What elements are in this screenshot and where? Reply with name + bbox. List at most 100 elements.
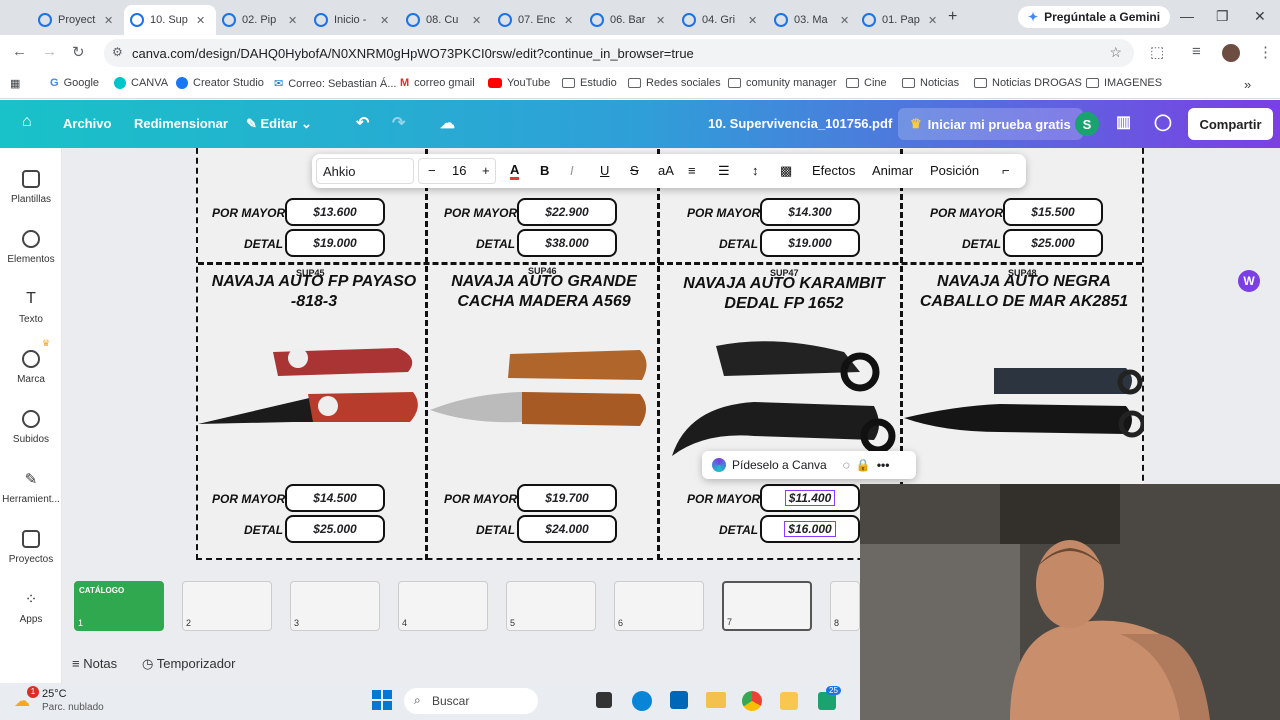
share-button[interactable]: Compartir [1188, 108, 1273, 140]
sidebar-item-proyectos[interactable]: Proyectos [0, 530, 62, 565]
product-title[interactable]: NAVAJA AUTO GRANDE CACHA MADERA A569 [430, 272, 658, 312]
comment-icon[interactable]: ◯ [1154, 112, 1172, 132]
sidebar-item-texto[interactable]: T Texto [0, 290, 62, 325]
sidebar-item-elementos[interactable]: Elementos [0, 230, 62, 265]
document-title[interactable]: 10. Supervivencia_101756.pdf [708, 116, 892, 131]
user-avatar[interactable]: S [1075, 112, 1099, 136]
timer-button[interactable]: ◷ Temporizador [142, 656, 236, 672]
product-title[interactable]: NAVAJA AUTO KARAMBIT DEDAL FP 1652 [670, 274, 898, 314]
back-icon[interactable]: ← [12, 43, 27, 60]
more-bookmarks-icon[interactable]: » [1244, 77, 1251, 92]
address-bar[interactable]: ⚙ canva.com/design/DAHQ0HybofA/N0XNRM0gH… [104, 39, 1134, 67]
font-size-value[interactable]: 16 [452, 163, 466, 178]
gemini-button[interactable]: ✦ Pregúntale a Gemini [1018, 6, 1171, 28]
redo-icon[interactable]: ↷ [392, 113, 405, 133]
price-mayor[interactable]: $19.700 [517, 484, 617, 512]
price-mayor[interactable]: $15.500 [1003, 198, 1103, 226]
home-icon[interactable]: ⌂ [22, 113, 32, 131]
bookmark-folder[interactable]: comunity manager [728, 77, 837, 89]
star-icon[interactable]: ☆ [1109, 44, 1122, 61]
store-icon[interactable] [670, 691, 688, 709]
knife-image-karambit[interactable] [664, 336, 898, 466]
browser-tab[interactable]: 07. Enc ✕ [492, 5, 584, 35]
browser-tab[interactable]: 04. Gri ✕ [676, 5, 768, 35]
menu-icon[interactable]: ⋮ [1258, 43, 1273, 61]
product-title[interactable]: NAVAJA AUTO FP PAYASO -818-3 [200, 272, 428, 312]
price-mayor[interactable]: $22.900 [517, 198, 617, 226]
selected-text[interactable]: $16.000 [784, 521, 836, 537]
explorer-icon[interactable] [706, 692, 726, 708]
bookmark-folder[interactable]: Noticias DROGAS [974, 77, 1082, 89]
close-icon[interactable]: ✕ [288, 14, 297, 27]
bookmark-item[interactable]: Creator Studio [176, 77, 264, 89]
decrease-size-icon[interactable]: − [428, 163, 436, 178]
bold-icon[interactable]: B [540, 163, 549, 178]
page-thumbnail[interactable]: 2 [182, 581, 272, 631]
undo-icon[interactable]: ↶ [356, 113, 369, 133]
close-icon[interactable]: ✕ [196, 14, 205, 27]
menu-redimensionar[interactable]: Redimensionar [134, 116, 228, 131]
lock-icon[interactable]: 🔒 [856, 458, 871, 472]
edge-icon[interactable] [632, 691, 652, 711]
italic-icon[interactable]: I [570, 163, 574, 178]
text-color-icon[interactable]: A [510, 163, 520, 180]
browser-tab[interactable]: 01. Pap ✕ [856, 5, 948, 35]
trial-button[interactable]: ♛ Iniciar mi prueba gratis [898, 108, 1083, 140]
selected-text[interactable]: $11.400 [784, 490, 836, 506]
profile-avatar[interactable] [1222, 44, 1240, 62]
price-detal[interactable]: $38.000 [517, 229, 617, 257]
close-icon[interactable]: ✕ [380, 14, 389, 27]
price-detal[interactable]: $19.000 [760, 229, 860, 257]
site-info-icon[interactable]: ⚙ [112, 45, 123, 59]
notes-button[interactable]: ≡ Notas [72, 656, 117, 671]
effects-button[interactable]: Efectos [812, 163, 855, 178]
browser-tab[interactable]: 03. Ma ✕ [768, 5, 860, 35]
menu-archivo[interactable]: Archivo [63, 116, 111, 131]
price-detal[interactable]: $25.000 [285, 515, 385, 543]
sidebar-item-herramientas[interactable]: ✎ Herramient... [0, 470, 62, 505]
knife-image-madera[interactable] [430, 344, 656, 444]
browser-tab[interactable]: 06. Bar ✕ [584, 5, 676, 35]
bookmark-folder[interactable]: IMAGENES [1086, 77, 1162, 89]
reading-list-icon[interactable]: ≡ [1192, 43, 1201, 60]
page-thumbnail[interactable]: CATÁLOGO 1 [74, 581, 164, 631]
product-title[interactable]: NAVAJA AUTO NEGRA CABALLO DE MAR AK2851 [910, 272, 1138, 312]
page-thumbnail[interactable]: 3 [290, 581, 380, 631]
task-view-icon[interactable] [596, 692, 612, 708]
price-mayor-selected[interactable]: $11.400 [760, 484, 860, 512]
font-selector[interactable]: Ahkio [316, 158, 414, 184]
page-thumbnail[interactable]: 4 [398, 581, 488, 631]
list-icon[interactable]: ☰ [718, 163, 730, 179]
close-icon[interactable]: ✕ [748, 14, 757, 27]
paint-format-icon[interactable]: ⌐ [1002, 163, 1010, 178]
bookmark-folder[interactable]: Cine [846, 77, 887, 89]
price-detal[interactable]: $24.000 [517, 515, 617, 543]
price-detal[interactable]: $19.000 [285, 229, 385, 257]
sidebar-item-plantillas[interactable]: Plantillas [0, 170, 62, 205]
bookmark-item[interactable]: G Google [50, 77, 99, 89]
assistant-widget-icon[interactable]: W [1238, 270, 1260, 292]
spacing-icon[interactable]: ↕ [752, 163, 759, 178]
increase-size-icon[interactable]: + [482, 163, 490, 178]
knife-image-payaso[interactable] [198, 336, 424, 446]
bookmark-folder[interactable]: Noticias [902, 77, 959, 89]
sidebar-item-subidos[interactable]: Subidos [0, 410, 62, 445]
bookmark-item[interactable]: Mcorreo gmail [400, 77, 475, 89]
page-thumbnail[interactable]: 8 [830, 581, 860, 631]
case-icon[interactable]: aA [658, 163, 674, 178]
close-icon[interactable]: ✕ [656, 14, 665, 27]
browser-tab[interactable]: 08. Cu ✕ [400, 5, 492, 35]
transparency-icon[interactable]: ▩ [780, 163, 792, 179]
apps-grid-icon[interactable]: ▦ [10, 77, 20, 90]
bookmark-item[interactable]: CANVA [114, 77, 168, 89]
windows-start-icon[interactable] [372, 690, 392, 710]
sidebar-item-apps[interactable]: ⁘ Apps [0, 590, 62, 625]
align-icon[interactable]: ≡ [688, 163, 696, 178]
forward-icon[interactable]: → [42, 43, 57, 60]
close-icon[interactable]: ✕ [564, 14, 573, 27]
browser-tab-active[interactable]: 10. Sup ✕ [124, 5, 216, 35]
reload-icon[interactable]: ↻ [72, 43, 85, 61]
insights-icon[interactable]: ▥ [1116, 112, 1131, 132]
ask-canva-bar[interactable]: Pídeselo a Canva ◌ 🔒 ••• [702, 451, 916, 479]
close-icon[interactable]: ✕ [928, 14, 937, 27]
